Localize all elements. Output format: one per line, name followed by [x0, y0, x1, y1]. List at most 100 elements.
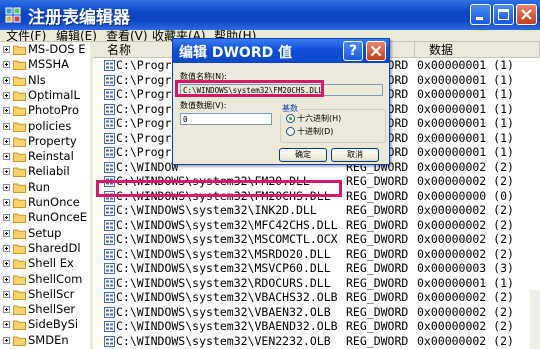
expand-icon[interactable] [3, 46, 10, 53]
table-row[interactable]: C:\WINDOWS\system32\VEN2232.OLB REG_DWORD… [93, 334, 540, 349]
menu-edit[interactable]: 编辑(E) [56, 30, 97, 41]
expand-icon[interactable] [3, 290, 10, 298]
value-name: C:\WINDOWS\system32\MSRDO20.DLL [116, 246, 331, 261]
value-type: REG_DWORD [346, 333, 409, 348]
cancel-button[interactable]: 取消 [331, 148, 379, 162]
folder-icon [13, 290, 26, 300]
value-name: C:\Progra [116, 130, 179, 145]
ok-button[interactable]: 确定 [279, 148, 327, 162]
tree-item[interactable]: SideBySi [0, 317, 90, 333]
value-data-label: 数值数据(V): [180, 101, 227, 110]
folder-icon [13, 91, 26, 101]
value-name: C:\WINDOWS\system32\MSVCP60.DLL [116, 261, 331, 275]
value-data: 0x00000001 (1) [417, 58, 514, 72]
tree-item[interactable]: Nls [0, 73, 90, 89]
expand-icon[interactable] [3, 229, 10, 237]
table-row[interactable]: C:\WINDOWS\system32\MSRDO20.DLL REG_DWORD… [93, 247, 540, 262]
tree-item[interactable]: ShellCom [0, 272, 90, 288]
table-row[interactable]: C:\WINDOWS\system32\INK2D.DLL REG_DWORD 0x… [93, 203, 540, 218]
expand-icon[interactable] [3, 260, 10, 268]
close-button[interactable] [516, 4, 537, 25]
tree-item[interactable]: ShellSer [0, 302, 90, 318]
expand-icon[interactable] [3, 183, 10, 191]
value-name: C:\Progra [116, 101, 179, 116]
value-data-input[interactable]: 0 [180, 113, 272, 125]
tree-item[interactable]: MS-DOS E [0, 42, 90, 58]
vertical-scrollbar[interactable] [530, 290, 540, 349]
window-title: 注册表编辑器 [28, 8, 130, 28]
expand-icon[interactable] [3, 122, 10, 130]
menu-view[interactable]: 查看(V) [106, 30, 148, 41]
expand-icon[interactable] [3, 153, 10, 161]
tree-item[interactable]: OptimalL [0, 88, 90, 104]
folder-icon [13, 259, 26, 270]
tree-item[interactable]: Property [0, 134, 90, 150]
expand-icon[interactable] [3, 336, 10, 344]
tree-item[interactable]: RunOnceE [0, 210, 90, 226]
expand-icon[interactable] [3, 306, 10, 314]
expand-icon[interactable] [3, 107, 10, 115]
expand-icon[interactable] [3, 91, 10, 99]
expand-icon[interactable] [3, 321, 10, 329]
tree-item[interactable]: policies [0, 119, 90, 135]
decimal-radio[interactable] [286, 127, 295, 136]
maximize-button[interactable] [493, 4, 514, 25]
tree-item[interactable]: Reliabil [0, 164, 90, 180]
tree-item-label: Property [28, 133, 77, 148]
value-name: C:\WINDOWS\system32\VBACHS32.OLB [116, 290, 338, 304]
value-name: C:\WINDOWS\system32\MFC42CHS.DLL [116, 217, 338, 232]
tree-item[interactable]: Reinstal [0, 149, 90, 165]
dword-value-icon [104, 263, 115, 274]
table-row[interactable]: C:\WINDOWS\system32\VBAEND32.OLB REG_DWOR… [93, 319, 540, 334]
registry-tree: MS-DOS E MSSHA Nls OptimalL PhotoPro policies… [0, 42, 93, 349]
table-row[interactable]: C:\WINDOWS\system32\VBAEN32.OLB REG_DWORD… [93, 305, 540, 320]
tree-item[interactable]: Setup [0, 226, 90, 242]
tree-item[interactable]: MSSHA [0, 57, 90, 73]
menu-file[interactable]: 文件(F) [6, 30, 46, 41]
dword-value-icon [104, 205, 115, 216]
dialog-close-button[interactable] [366, 41, 386, 61]
tree-item-label: RunOnceE [28, 210, 88, 225]
value-data: 0x00000002 (2) [417, 246, 514, 261]
dialog-titlebar: 编辑 DWORD 值 ? [173, 39, 389, 63]
expand-icon[interactable] [3, 137, 10, 145]
tree-item[interactable]: Shell Ex [0, 256, 90, 272]
tree-item[interactable]: PhotoPro [0, 103, 90, 119]
tree-item[interactable]: SMDEn [0, 333, 90, 349]
window-titlebar: 注册表编辑器 [0, 0, 540, 30]
expand-icon[interactable] [3, 244, 10, 252]
tree-item[interactable]: Run [0, 180, 90, 196]
dword-value-icon [104, 74, 115, 86]
dword-value-icon [104, 292, 115, 303]
table-row[interactable]: C:\WINDOWS\system32\MSVCP60.DLL REG_DWORD… [93, 261, 540, 276]
tree-item[interactable]: ShellScr [0, 287, 90, 303]
dword-value-icon [104, 219, 115, 231]
tree-item[interactable]: SharedDl [0, 241, 90, 257]
expand-icon[interactable] [3, 275, 10, 283]
expand-icon[interactable] [3, 76, 10, 84]
hex-radio[interactable] [286, 114, 295, 123]
column-header-data[interactable]: 数据 [415, 42, 540, 58]
dword-value-icon [104, 89, 115, 100]
table-row[interactable]: C:\WINDOWS\system32\MFC42CHS.DLL REG_DWOR… [93, 218, 540, 233]
selected-value-highlight [96, 180, 342, 197]
value-data: 0x00000001 (1) [417, 72, 514, 87]
minimize-button[interactable] [470, 4, 491, 25]
folder-icon [13, 137, 26, 147]
expand-icon[interactable] [3, 199, 10, 206]
expand-icon[interactable] [3, 214, 10, 222]
table-row[interactable]: C:\WINDOWS\system32\VBACHS32.OLB REG_DWOR… [93, 290, 540, 305]
help-button[interactable]: ? [343, 41, 363, 61]
hex-radio-label: 十六进制(H) [297, 114, 342, 123]
table-row[interactable]: C:\WINDOWS\system32\MSCOMCTL.OCX REG_DWOR… [93, 232, 540, 247]
tree-item[interactable]: RunOnce [0, 195, 90, 211]
tree-item-label: SharedDl [28, 240, 81, 255]
table-row[interactable]: C:\WINDOWS\system32\RDOCURS.DLL REG_DWORD… [93, 276, 540, 291]
folder-icon [13, 275, 26, 285]
dword-value-icon [104, 103, 115, 115]
expand-icon[interactable] [3, 61, 10, 69]
value-name-highlight [175, 80, 324, 97]
value-type: REG_DWORD [346, 203, 409, 217]
dialog-title: 编辑 DWORD 值 [179, 45, 293, 61]
expand-icon[interactable] [3, 168, 10, 176]
